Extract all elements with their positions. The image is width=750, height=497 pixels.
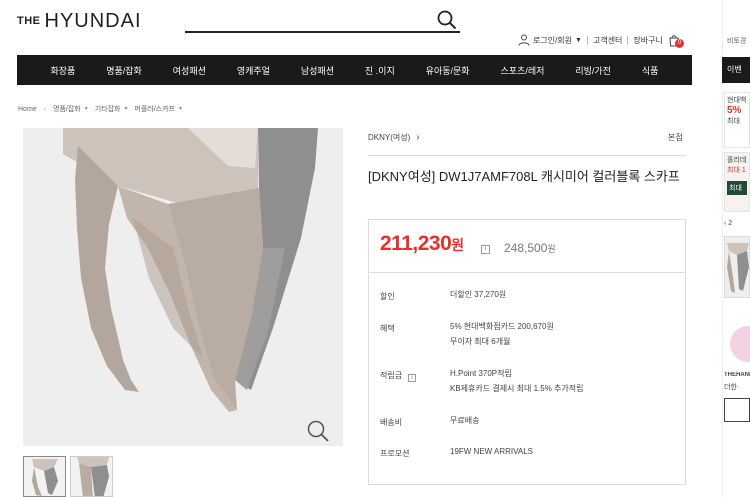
scarf-image bbox=[23, 128, 343, 446]
nav-item-men[interactable]: 남성패션 bbox=[301, 64, 334, 77]
site-logo[interactable]: THE HYUNDAI bbox=[17, 10, 142, 33]
benefit-label: 혜택 bbox=[380, 324, 395, 333]
side-card-line: 최대 bbox=[727, 118, 740, 125]
sale-price: 211,230원 bbox=[380, 232, 464, 256]
side-pager[interactable]: ‹ 2 bbox=[724, 220, 750, 227]
nav-item-cosmetics[interactable]: 화장품 bbox=[50, 64, 75, 77]
divider bbox=[369, 272, 685, 273]
info-icon[interactable]: i bbox=[481, 245, 490, 254]
side-card-line: 홀리데 bbox=[727, 157, 747, 164]
side-recent-product[interactable] bbox=[724, 236, 750, 298]
nav-item-women[interactable]: 여성패션 bbox=[173, 64, 206, 77]
side-event-card[interactable]: 현대백 5% 최대 bbox=[724, 92, 750, 148]
nav-item-sports[interactable]: 스포츠/레저 bbox=[501, 64, 545, 77]
search-bar bbox=[185, 9, 460, 33]
sale-price-value: 211,230 bbox=[380, 232, 452, 255]
store-name: 본점 bbox=[668, 133, 683, 142]
discount-line: 더할인 37,270원 bbox=[450, 290, 507, 299]
logo-brand: HYUNDAI bbox=[44, 10, 142, 32]
caret-down-icon[interactable]: ▼ bbox=[178, 106, 183, 112]
nav-item-kids[interactable]: 유아동/문화 bbox=[426, 64, 470, 77]
cart-link[interactable]: 장바구니 bbox=[633, 35, 662, 46]
points-label: 적립금 i bbox=[380, 370, 417, 382]
nav-item-young-casual[interactable]: 영캐주얼 bbox=[237, 64, 270, 77]
brand-link-label: DKNY(여성) bbox=[368, 133, 411, 142]
cart-count-badge: 0 bbox=[674, 39, 684, 48]
promotion-label: 프로모션 bbox=[380, 449, 410, 458]
original-price-unit: 원 bbox=[547, 244, 556, 254]
benefit-value: 5% 현대백화점카드 200,670원 무이자 최대 6개월 bbox=[450, 319, 554, 349]
brand-link[interactable]: DKNY(여성) › bbox=[368, 132, 420, 143]
points-label-text: 적립금 bbox=[380, 371, 403, 380]
caret-down-icon[interactable]: ▼ bbox=[123, 106, 128, 112]
side-brand-text: THEHAND bbox=[724, 372, 750, 378]
side-compare-link[interactable]: 비토경 bbox=[727, 36, 746, 46]
promotion-line: 19FW NEW ARRIVALS bbox=[450, 447, 533, 456]
breadcrumb-item[interactable]: 명품/잡화 bbox=[53, 104, 81, 114]
discount-label: 할인 bbox=[380, 292, 395, 301]
utility-menu: 로그인/회원 ▼ 고객센터 장바구니 0 bbox=[518, 33, 684, 48]
nav-item-jeans[interactable]: 진 .이지 bbox=[365, 64, 395, 77]
side-event-card[interactable]: 홀리데 최대 1 최대 bbox=[724, 152, 750, 212]
sale-price-unit: 원 bbox=[451, 237, 464, 253]
login-link[interactable]: 로그인/회원 bbox=[533, 35, 572, 46]
breadcrumb-item[interactable]: 기타잡화 bbox=[95, 104, 121, 114]
caret-down-icon[interactable]: ▼ bbox=[84, 106, 89, 112]
side-card-line: 현대백 bbox=[727, 97, 747, 104]
divider bbox=[627, 35, 629, 45]
person-icon bbox=[518, 34, 530, 46]
benefit-line: 무이자 최대 6개월 bbox=[450, 337, 511, 346]
breadcrumb-item[interactable]: 머플러/스카프 bbox=[134, 104, 175, 114]
side-card-line: 최대 bbox=[727, 181, 747, 195]
product-thumbnail[interactable] bbox=[23, 456, 66, 497]
original-price: 248,500원 bbox=[504, 241, 556, 255]
promo-circle-graphic bbox=[730, 326, 750, 362]
product-main-image[interactable] bbox=[23, 128, 343, 446]
thumbnail-image bbox=[71, 457, 112, 496]
recent-product-image bbox=[727, 243, 749, 293]
discount-value: 더할인 37,270원 bbox=[450, 287, 506, 302]
breadcrumb-home[interactable]: Home bbox=[18, 106, 37, 113]
side-card-line: 최대 1 bbox=[727, 167, 746, 174]
shipping-line: 무료배송 bbox=[450, 416, 480, 425]
search-icon[interactable] bbox=[436, 9, 458, 31]
original-price-value: 248,500 bbox=[504, 241, 548, 255]
nav-item-food[interactable]: 식품 bbox=[642, 64, 659, 77]
side-card-line: 5% bbox=[727, 105, 742, 116]
shipping-value: 무료배송 bbox=[450, 413, 479, 428]
product-title: [DKNY여성] DW1J7AMF708L 캐시미어 컬러블록 스카프 bbox=[368, 169, 680, 184]
side-top-button[interactable] bbox=[724, 398, 750, 422]
points-line: H.Point 370P적립 bbox=[450, 369, 512, 378]
cart-icon[interactable]: 0 bbox=[667, 33, 684, 48]
search-input[interactable] bbox=[185, 9, 425, 29]
zoom-icon[interactable] bbox=[305, 418, 331, 444]
thumbnail-image bbox=[24, 457, 65, 496]
side-brand-sub: 더한· bbox=[724, 384, 740, 391]
support-link[interactable]: 고객센터 bbox=[593, 35, 622, 46]
nav-item-living[interactable]: 리빙/가전 bbox=[575, 64, 611, 77]
side-event-tab[interactable]: 이벤 bbox=[722, 57, 750, 83]
category-nav: 화장품 명품/잡화 여성패션 영캐주얼 남성패션 진 .이지 유아동/문화 스포… bbox=[17, 55, 692, 85]
breadcrumb: Home › 명품/잡화 ▼ 기타잡화 ▼ 머플러/스카프 ▼ bbox=[18, 104, 189, 114]
nav-item-luxury[interactable]: 명품/잡화 bbox=[106, 64, 142, 77]
promotion-value: 19FW NEW ARRIVALS bbox=[450, 444, 533, 459]
divider bbox=[586, 35, 588, 45]
caret-down-icon[interactable]: ▼ bbox=[575, 37, 582, 44]
info-icon[interactable]: i bbox=[408, 374, 417, 382]
divider bbox=[368, 155, 686, 156]
shipping-label: 배송비 bbox=[380, 418, 403, 427]
price-box: 211,230원 i 248,500원 할인 더할인 37,270원 혜택 5%… bbox=[368, 219, 686, 485]
logo-prefix: THE bbox=[17, 15, 41, 27]
points-value: H.Point 370P적립 KB제휴카드 결제시 최대 1.5% 추가적립 bbox=[450, 366, 583, 396]
benefit-line: 5% 현대백화점카드 200,670원 bbox=[450, 322, 554, 331]
product-thumbnail[interactable] bbox=[70, 456, 113, 497]
chevron-right-icon: › bbox=[43, 105, 47, 113]
chevron-right-icon: › bbox=[416, 132, 420, 143]
side-promo-circle[interactable] bbox=[724, 326, 750, 362]
points-line: KB제휴카드 결제시 최대 1.5% 추가적립 bbox=[450, 384, 584, 393]
